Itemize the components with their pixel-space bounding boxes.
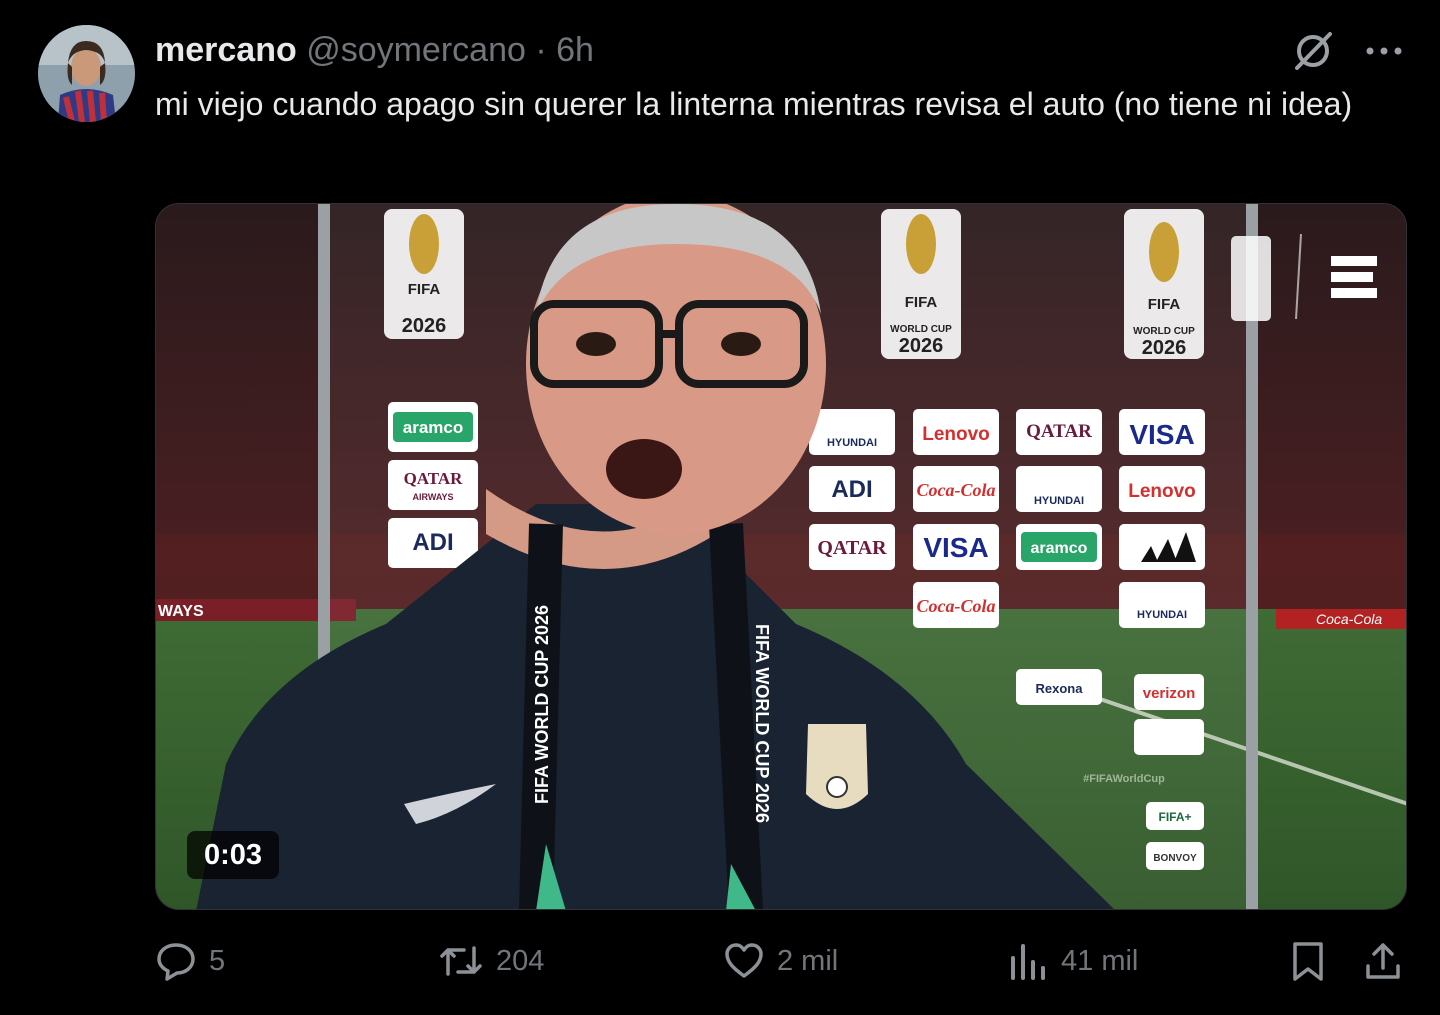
- sponsor-qatar-1: QATAR: [404, 469, 464, 488]
- reply-count: 5: [209, 944, 226, 977]
- video-player[interactable]: Coca-Cola WAYS FIFA 2026 FIFA WORLD CUP …: [155, 203, 1407, 910]
- sponsor-lenovo-1: Lenovo: [922, 424, 990, 445]
- tweet-header: mercano @soymercano · 6h: [155, 28, 594, 72]
- repost-button[interactable]: 204: [438, 940, 544, 982]
- sponsor-qatar-3: QATAR: [1026, 421, 1092, 442]
- tweet: mercano @soymercano · 6h mi viejo cuando…: [0, 0, 1440, 1015]
- fifa-logo-3: FIFA WORLD CUP 2026: [1124, 209, 1204, 359]
- svg-text:FIFA: FIFA: [1148, 296, 1181, 313]
- like-button[interactable]: 2 mil: [723, 940, 838, 982]
- repost-count: 204: [496, 944, 545, 977]
- share-icon: [1366, 943, 1400, 979]
- sponsor-board-text: Coca-Cola: [1316, 611, 1382, 627]
- bookmark-icon: [1293, 942, 1323, 981]
- grok-icon: [1295, 32, 1332, 70]
- video-frame: Coca-Cola WAYS FIFA 2026 FIFA WORLD CUP …: [156, 204, 1406, 909]
- hashtag-text: #FIFAWorldCup: [1083, 773, 1165, 785]
- tweet-text: mi viejo cuando apago sin querer la lint…: [155, 86, 1353, 122]
- views-button[interactable]: 41 mil: [1007, 940, 1138, 982]
- sponsor-hyundai-1: HYUNDAI: [827, 437, 877, 449]
- sponsor-cocacola-1: Coca-Cola: [917, 480, 996, 500]
- sponsor-qatar-2: QATAR: [817, 537, 887, 559]
- sponsor-adi-2: ADI: [831, 476, 872, 503]
- svg-text:2026: 2026: [1142, 337, 1187, 359]
- heart-icon: [725, 943, 763, 978]
- svg-text:WORLD CUP: WORLD CUP: [1133, 326, 1195, 337]
- views-count: 41 mil: [1061, 944, 1139, 977]
- reply-icon: [157, 943, 195, 981]
- avatar-image: [38, 25, 135, 122]
- separator-dot: ·: [535, 31, 547, 69]
- fifa-logo-1: FIFA 2026: [384, 209, 464, 339]
- more-icon: [1366, 47, 1402, 55]
- sponsor-cocacola-2: Coca-Cola: [917, 596, 996, 616]
- sponsor-aramco-1: aramco: [403, 418, 463, 437]
- sponsor-rexona: Rexona: [1036, 681, 1084, 696]
- author-handle[interactable]: @soymercano: [306, 31, 526, 69]
- fifa-logo-2: FIFA WORLD CUP 2026: [881, 209, 961, 359]
- sponsor-lenovo-2: Lenovo: [1128, 481, 1196, 502]
- avatar[interactable]: [38, 25, 135, 122]
- sponsor-aramco-2: aramco: [1031, 540, 1088, 557]
- corner-fifa-logo: [1231, 236, 1271, 321]
- sponsor-qatar-sub-1: AIRWAYS: [412, 492, 453, 502]
- lanyard-text-left: FIFA WORLD CUP 2026: [532, 605, 552, 804]
- tweet-actions: 5 204 2 mil 41 mil: [155, 940, 1405, 992]
- svg-text:2026: 2026: [899, 335, 944, 357]
- sponsor-hyundai-2: HYUNDAI: [1034, 495, 1084, 507]
- share-button[interactable]: [1363, 940, 1403, 982]
- reply-button[interactable]: 5: [155, 940, 225, 982]
- svg-text:2026: 2026: [402, 315, 447, 337]
- svg-text:FIFA: FIFA: [408, 281, 441, 298]
- espn-logo: [1331, 256, 1377, 298]
- author-name[interactable]: mercano: [155, 31, 297, 69]
- timestamp[interactable]: 6h: [556, 31, 594, 69]
- lanyard-text-right: FIFA WORLD CUP 2026: [752, 624, 772, 823]
- sponsor-verizon: verizon: [1143, 685, 1196, 702]
- bookmark-button[interactable]: [1290, 940, 1326, 982]
- grok-button[interactable]: [1290, 28, 1336, 74]
- like-count: 2 mil: [777, 944, 839, 977]
- sponsor-visa-2: VISA: [1129, 419, 1194, 450]
- views-icon: [1011, 944, 1045, 980]
- video-duration: 0:03: [187, 831, 280, 879]
- top-actions: [1290, 28, 1404, 74]
- more-button[interactable]: [1364, 45, 1404, 57]
- repost-icon: [440, 946, 482, 976]
- sponsor-hyundai-3: HYUNDAI: [1137, 609, 1187, 621]
- sponsor-fifaplus: FIFA+: [1158, 810, 1191, 824]
- sponsor-adi-1: ADI: [412, 529, 453, 556]
- sponsor-visa-1: VISA: [923, 532, 988, 563]
- ways-text: WAYS: [158, 603, 204, 620]
- svg-text:WORLD CUP: WORLD CUP: [890, 324, 952, 335]
- svg-text:FIFA: FIFA: [905, 294, 938, 311]
- sponsor-bonvoy: BONVOY: [1153, 853, 1197, 864]
